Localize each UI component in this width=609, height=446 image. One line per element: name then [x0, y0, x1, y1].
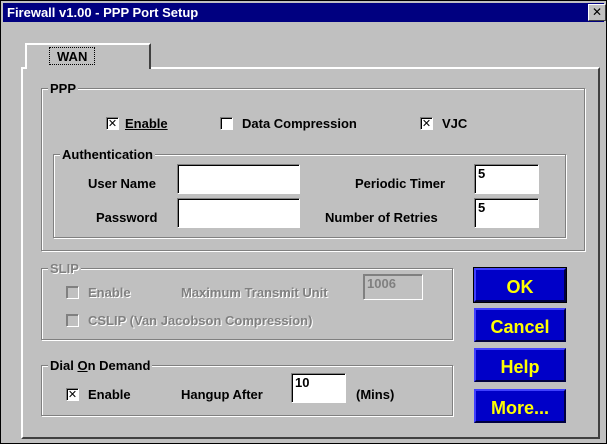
ok-button[interactable]: OK: [473, 267, 567, 303]
help-button[interactable]: Help: [474, 348, 566, 382]
authentication-legend: Authentication: [60, 147, 155, 162]
mtu-label: Maximum Transmit Unit: [181, 285, 328, 300]
slip-enable-label[interactable]: Enable: [88, 285, 131, 300]
tab-wan[interactable]: WAN: [25, 43, 151, 69]
hangup-units-label: (Mins): [356, 387, 395, 402]
more-button[interactable]: More...: [474, 389, 566, 423]
ppp-enable-label[interactable]: Enable: [125, 116, 168, 131]
password-label: Password: [96, 210, 158, 225]
dial-on-demand-legend: Dial On Demand: [48, 358, 153, 373]
dod-enable-label[interactable]: Enable: [88, 387, 131, 402]
password-input[interactable]: [177, 198, 300, 228]
tab-wan-label: WAN: [57, 49, 88, 64]
hangup-after-input[interactable]: 10: [291, 373, 346, 403]
slip-enable-checkbox[interactable]: [66, 286, 79, 299]
ppp-legend: PPP: [48, 81, 79, 96]
slip-legend: SLIP: [48, 261, 81, 276]
dod-legend-o: O: [77, 358, 88, 373]
ppp-enable-checkbox[interactable]: ✕: [106, 117, 119, 130]
title-bar[interactable]: Firewall v1.00 - PPP Port Setup ✕: [3, 3, 606, 22]
ppp-enable-text: Enable: [125, 116, 168, 131]
cslip-label[interactable]: CSLIP (Van Jacobson Compression): [88, 313, 312, 328]
retries-input[interactable]: 5: [474, 198, 539, 228]
close-icon[interactable]: ✕: [588, 4, 606, 21]
vjc-checkbox[interactable]: ✕: [420, 117, 433, 130]
data-compression-checkbox[interactable]: [220, 117, 233, 130]
user-name-label: User Name: [88, 176, 156, 191]
cancel-button[interactable]: Cancel: [474, 308, 566, 342]
periodic-timer-input[interactable]: 5: [474, 164, 539, 194]
vjc-label[interactable]: VJC: [442, 116, 467, 131]
dialog-window: Firewall v1.00 - PPP Port Setup ✕ WAN PP…: [0, 0, 607, 444]
periodic-timer-label: Periodic Timer: [355, 176, 446, 191]
user-name-input[interactable]: [177, 164, 300, 194]
hangup-after-label: Hangup After: [181, 387, 263, 402]
window-title: Firewall v1.00 - PPP Port Setup: [7, 5, 199, 20]
dod-enable-checkbox[interactable]: ✕: [66, 388, 79, 401]
retries-label: Number of Retries: [325, 210, 438, 225]
dod-legend-prefix: Dial: [50, 358, 78, 373]
data-compression-label[interactable]: Data Compression: [242, 116, 357, 131]
cslip-checkbox[interactable]: [66, 314, 79, 327]
dod-legend-suffix: n Demand: [87, 358, 151, 373]
mtu-input[interactable]: 1006: [363, 274, 423, 300]
